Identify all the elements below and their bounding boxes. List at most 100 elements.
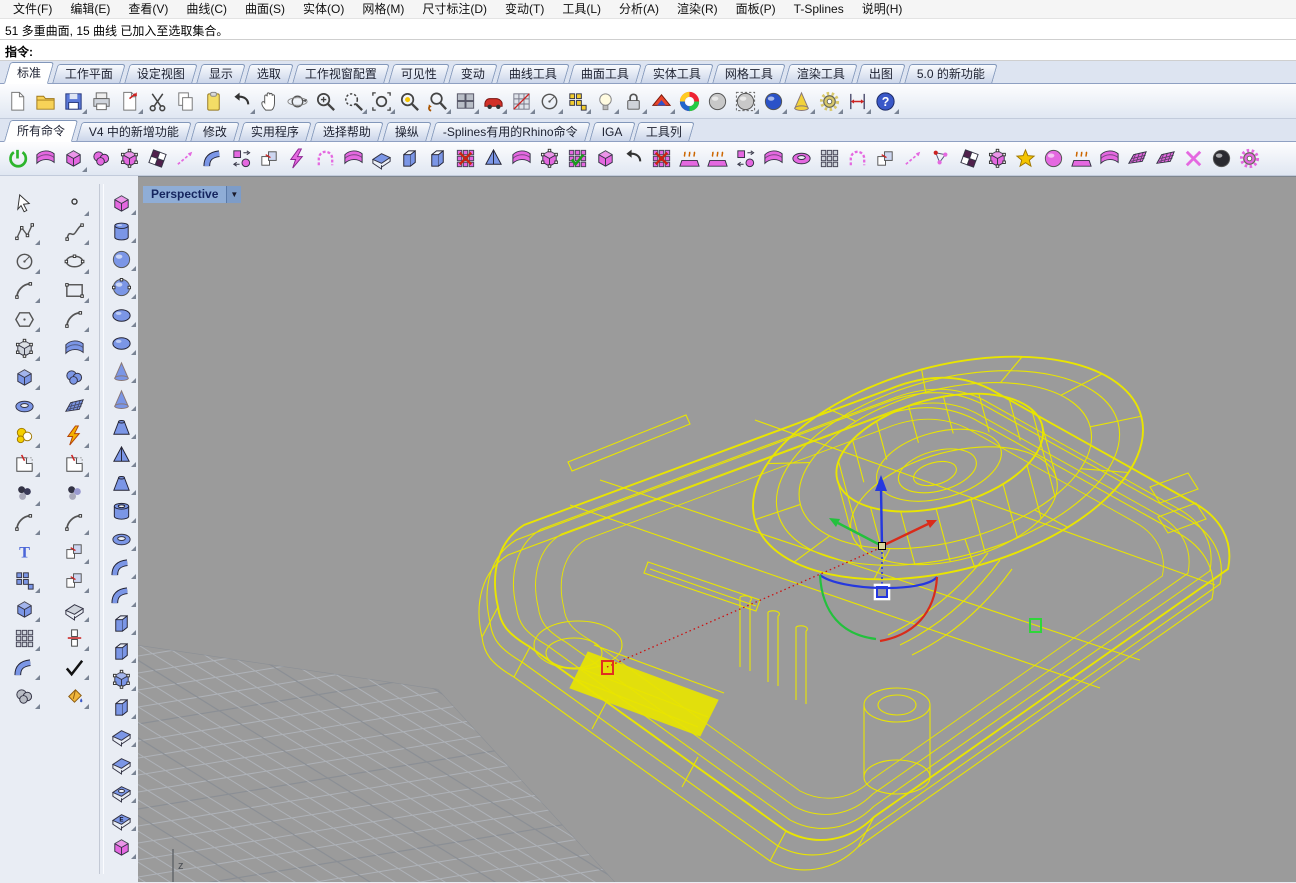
point-tool-icon[interactable] <box>57 189 91 218</box>
ts-split-x-icon[interactable] <box>1180 145 1207 173</box>
menu-mesh[interactable]: 网格(M) <box>353 0 413 20</box>
boolean-gray-icon[interactable] <box>8 682 42 711</box>
ts-insert-down-icon[interactable] <box>452 145 479 173</box>
menu-surface[interactable]: 曲面(S) <box>236 0 294 20</box>
ts-tree-icon[interactable] <box>928 145 955 173</box>
ts-rotate-star-icon[interactable] <box>1012 145 1039 173</box>
tab-standard[interactable]: 标准 <box>3 62 55 84</box>
solid-cylinder-icon[interactable] <box>104 217 138 245</box>
notification-cone-icon[interactable] <box>788 87 815 115</box>
viewport-layout-icon[interactable] <box>452 87 479 115</box>
object-items-icon[interactable] <box>564 87 591 115</box>
rectangle-tool-icon[interactable] <box>57 276 91 305</box>
paste-icon[interactable] <box>200 87 227 115</box>
ts-blob-icon[interactable] <box>88 145 115 173</box>
ts-checker-icon[interactable] <box>956 145 983 173</box>
undo-icon[interactable] <box>228 87 255 115</box>
pointer-tool-icon[interactable] <box>8 189 42 218</box>
ts-skew-sheet-icon[interactable] <box>1124 145 1151 173</box>
zoom-window-icon[interactable] <box>340 87 367 115</box>
tab-iga[interactable]: IGA <box>589 122 636 141</box>
tab-selection-help[interactable]: 选择帮助 <box>310 122 384 141</box>
ts-s-bend-icon[interactable] <box>760 145 787 173</box>
tab-utilities[interactable]: 实用程序 <box>238 122 312 141</box>
array-tool-icon[interactable] <box>8 566 42 595</box>
ts-banner-icon[interactable] <box>1096 145 1123 173</box>
render-region-sphere-icon[interactable] <box>732 87 759 115</box>
ts-vector-icon[interactable] <box>900 145 927 173</box>
solid-box-points-icon[interactable] <box>104 665 138 693</box>
ts-shell-icon[interactable] <box>1208 145 1235 173</box>
ts-quilt-icon[interactable] <box>1152 145 1179 173</box>
ts-corner-icon[interactable] <box>368 145 395 173</box>
perspective-viewport[interactable]: Perspective ▼ z <box>138 176 1296 882</box>
options-gear-icon[interactable] <box>816 87 843 115</box>
boolean-union-icon[interactable] <box>8 595 42 624</box>
lock-icon[interactable] <box>620 87 647 115</box>
cplane-grid-icon[interactable] <box>508 87 535 115</box>
solid-truncated-cone-icon[interactable] <box>104 413 138 441</box>
ts-rotate-sheet-icon[interactable] <box>620 145 647 173</box>
new-file-icon[interactable] <box>4 87 31 115</box>
export-icon[interactable] <box>116 87 143 115</box>
ts-grid-icon[interactable] <box>592 145 619 173</box>
car-icon[interactable] <box>480 87 507 115</box>
pan-icon[interactable] <box>256 87 283 115</box>
copy-icon[interactable] <box>172 87 199 115</box>
print-icon[interactable] <box>88 87 115 115</box>
solid-box-icon[interactable] <box>104 189 138 217</box>
ts-edit-cage-icon[interactable] <box>116 145 143 173</box>
arc-tool-icon[interactable] <box>8 276 42 305</box>
tab-manipulation[interactable]: 操纵 <box>382 122 432 141</box>
open-file-icon[interactable] <box>32 87 59 115</box>
split-tool-icon[interactable] <box>57 450 91 479</box>
rendered-sphere-icon[interactable] <box>760 87 787 115</box>
ts-branch-icon[interactable] <box>200 145 227 173</box>
trim-tool-icon[interactable] <box>8 450 42 479</box>
ts-bend-2-icon[interactable] <box>508 145 535 173</box>
solid-extrusion-icon[interactable] <box>104 609 138 637</box>
array-grid-icon[interactable] <box>8 624 42 653</box>
mesh-tool-icon[interactable] <box>57 392 91 421</box>
help-icon[interactable]: ? <box>872 87 899 115</box>
solid-truncated-pyramid-icon[interactable] <box>104 469 138 497</box>
ts-convert-surface-icon[interactable] <box>32 145 59 173</box>
circle-tool-icon[interactable] <box>8 247 42 276</box>
cut-icon[interactable] <box>144 87 171 115</box>
menu-file[interactable]: 文件(F) <box>4 0 61 20</box>
ts-sheets-icon[interactable] <box>256 145 283 173</box>
solid-pipe-icon[interactable] <box>104 553 138 581</box>
wireframe-model[interactable] <box>478 318 1231 871</box>
menu-help[interactable]: 说明(H) <box>853 0 912 20</box>
plugin-puzzle-icon[interactable] <box>8 421 42 450</box>
ts-add-column-icon[interactable] <box>396 145 423 173</box>
check-tool-icon[interactable] <box>57 653 91 682</box>
ts-delete-grid-icon[interactable] <box>648 145 675 173</box>
tab-render-tools[interactable]: 渲染工具 <box>784 64 858 83</box>
solid-tube-icon[interactable] <box>104 497 138 525</box>
ts-heat-icon[interactable] <box>1068 145 1095 173</box>
solid-paraboloid-icon[interactable] <box>104 357 138 385</box>
sphere-tool-icon[interactable] <box>57 363 91 392</box>
undo-view-change-icon[interactable] <box>424 87 451 115</box>
colors-dark-icon[interactable] <box>8 479 42 508</box>
lamp-icon[interactable] <box>592 87 619 115</box>
color-wheel-icon[interactable] <box>676 87 703 115</box>
colors-light-icon[interactable] <box>57 479 91 508</box>
solid-ellipsoid-alt-icon[interactable] <box>104 329 138 357</box>
explode-flash-icon[interactable] <box>57 421 91 450</box>
menu-view[interactable]: 查看(V) <box>119 0 177 20</box>
zoom-selected-icon[interactable] <box>396 87 423 115</box>
menu-transform[interactable]: 变动(T) <box>496 0 553 20</box>
ts-bowl-icon[interactable] <box>788 145 815 173</box>
dimension-icon[interactable] <box>844 87 871 115</box>
menu-analyze[interactable]: 分析(A) <box>610 0 668 20</box>
box-tool-icon[interactable] <box>8 363 42 392</box>
tab-modify[interactable]: 修改 <box>190 122 240 141</box>
viewport-title[interactable]: Perspective ▼ <box>143 186 242 203</box>
ts-poly-face-icon[interactable] <box>480 145 507 173</box>
solid-ellipsoid-icon[interactable] <box>104 301 138 329</box>
tab-splines-rhino[interactable]: -Splines有用的Rhino命令 <box>430 122 591 141</box>
menu-solid[interactable]: 实体(O) <box>294 0 353 20</box>
tab-transform[interactable]: 变动 <box>448 64 498 83</box>
